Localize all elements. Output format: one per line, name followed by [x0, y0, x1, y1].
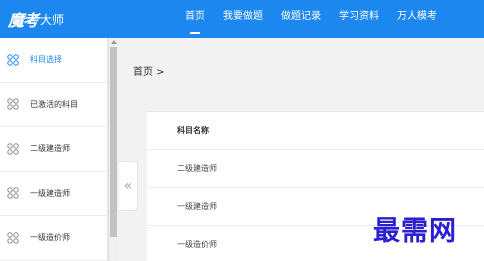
scroll-up-arrow-icon[interactable] — [111, 40, 117, 44]
double-chevron-left-icon: « — [123, 178, 133, 194]
breadcrumb: 首页 > — [133, 67, 165, 78]
sidebar-item-label: 已激活的科目 — [30, 99, 78, 109]
main-nav: 首页 我要做题 做题记录 学习资料 万人模考 — [176, 0, 446, 38]
nav-records[interactable]: 做题记录 — [272, 0, 330, 38]
sidebar: 科目选择 已激活的科目 二级建造师 一级建造师 一级造价师 — [0, 38, 108, 261]
sidebar-scrollbar[interactable] — [108, 38, 118, 261]
nav-practice[interactable]: 我要做题 — [214, 0, 272, 38]
nav-materials[interactable]: 学习资料 — [330, 0, 388, 38]
logo-brand: 魔考 — [8, 11, 39, 30]
grid-icon — [6, 97, 20, 111]
table-row[interactable]: 二级建造师 — [147, 150, 484, 188]
grid-icon — [6, 186, 20, 200]
top-header: 魔考 大师 首页 我要做题 做题记录 学习资料 万人模考 — [0, 0, 484, 38]
grid-icon — [6, 231, 20, 245]
nav-home[interactable]: 首页 — [176, 0, 214, 38]
sidebar-item-first-class-constructor[interactable]: 一级建造师 — [0, 172, 107, 216]
table-header: 科目名称 — [147, 112, 484, 150]
logo-name: 大师 — [40, 12, 65, 27]
grid-icon — [6, 142, 20, 156]
sidebar-item-label: 二级建造师 — [30, 144, 70, 154]
scroll-thumb[interactable] — [110, 47, 117, 237]
sidebar-item-label: 科目选择 — [30, 55, 62, 65]
sidebar-item-label: 一级建造师 — [30, 188, 70, 198]
grid-icon — [6, 53, 20, 67]
collapse-sidebar-button[interactable]: « — [119, 161, 138, 211]
logo[interactable]: 魔考 大师 — [8, 7, 64, 31]
sidebar-item-label: 一级造价师 — [30, 233, 70, 243]
sidebar-item-second-class-constructor[interactable]: 二级建造师 — [0, 127, 107, 172]
nav-mock-exam[interactable]: 万人模考 — [388, 0, 446, 38]
watermark: 最需网 — [373, 216, 457, 247]
sidebar-item-activated-subjects[interactable]: 已激活的科目 — [0, 83, 107, 127]
sidebar-item-subject-select[interactable]: 科目选择 — [0, 38, 107, 83]
sidebar-item-first-class-cost-engineer[interactable]: 一级造价师 — [0, 216, 107, 261]
